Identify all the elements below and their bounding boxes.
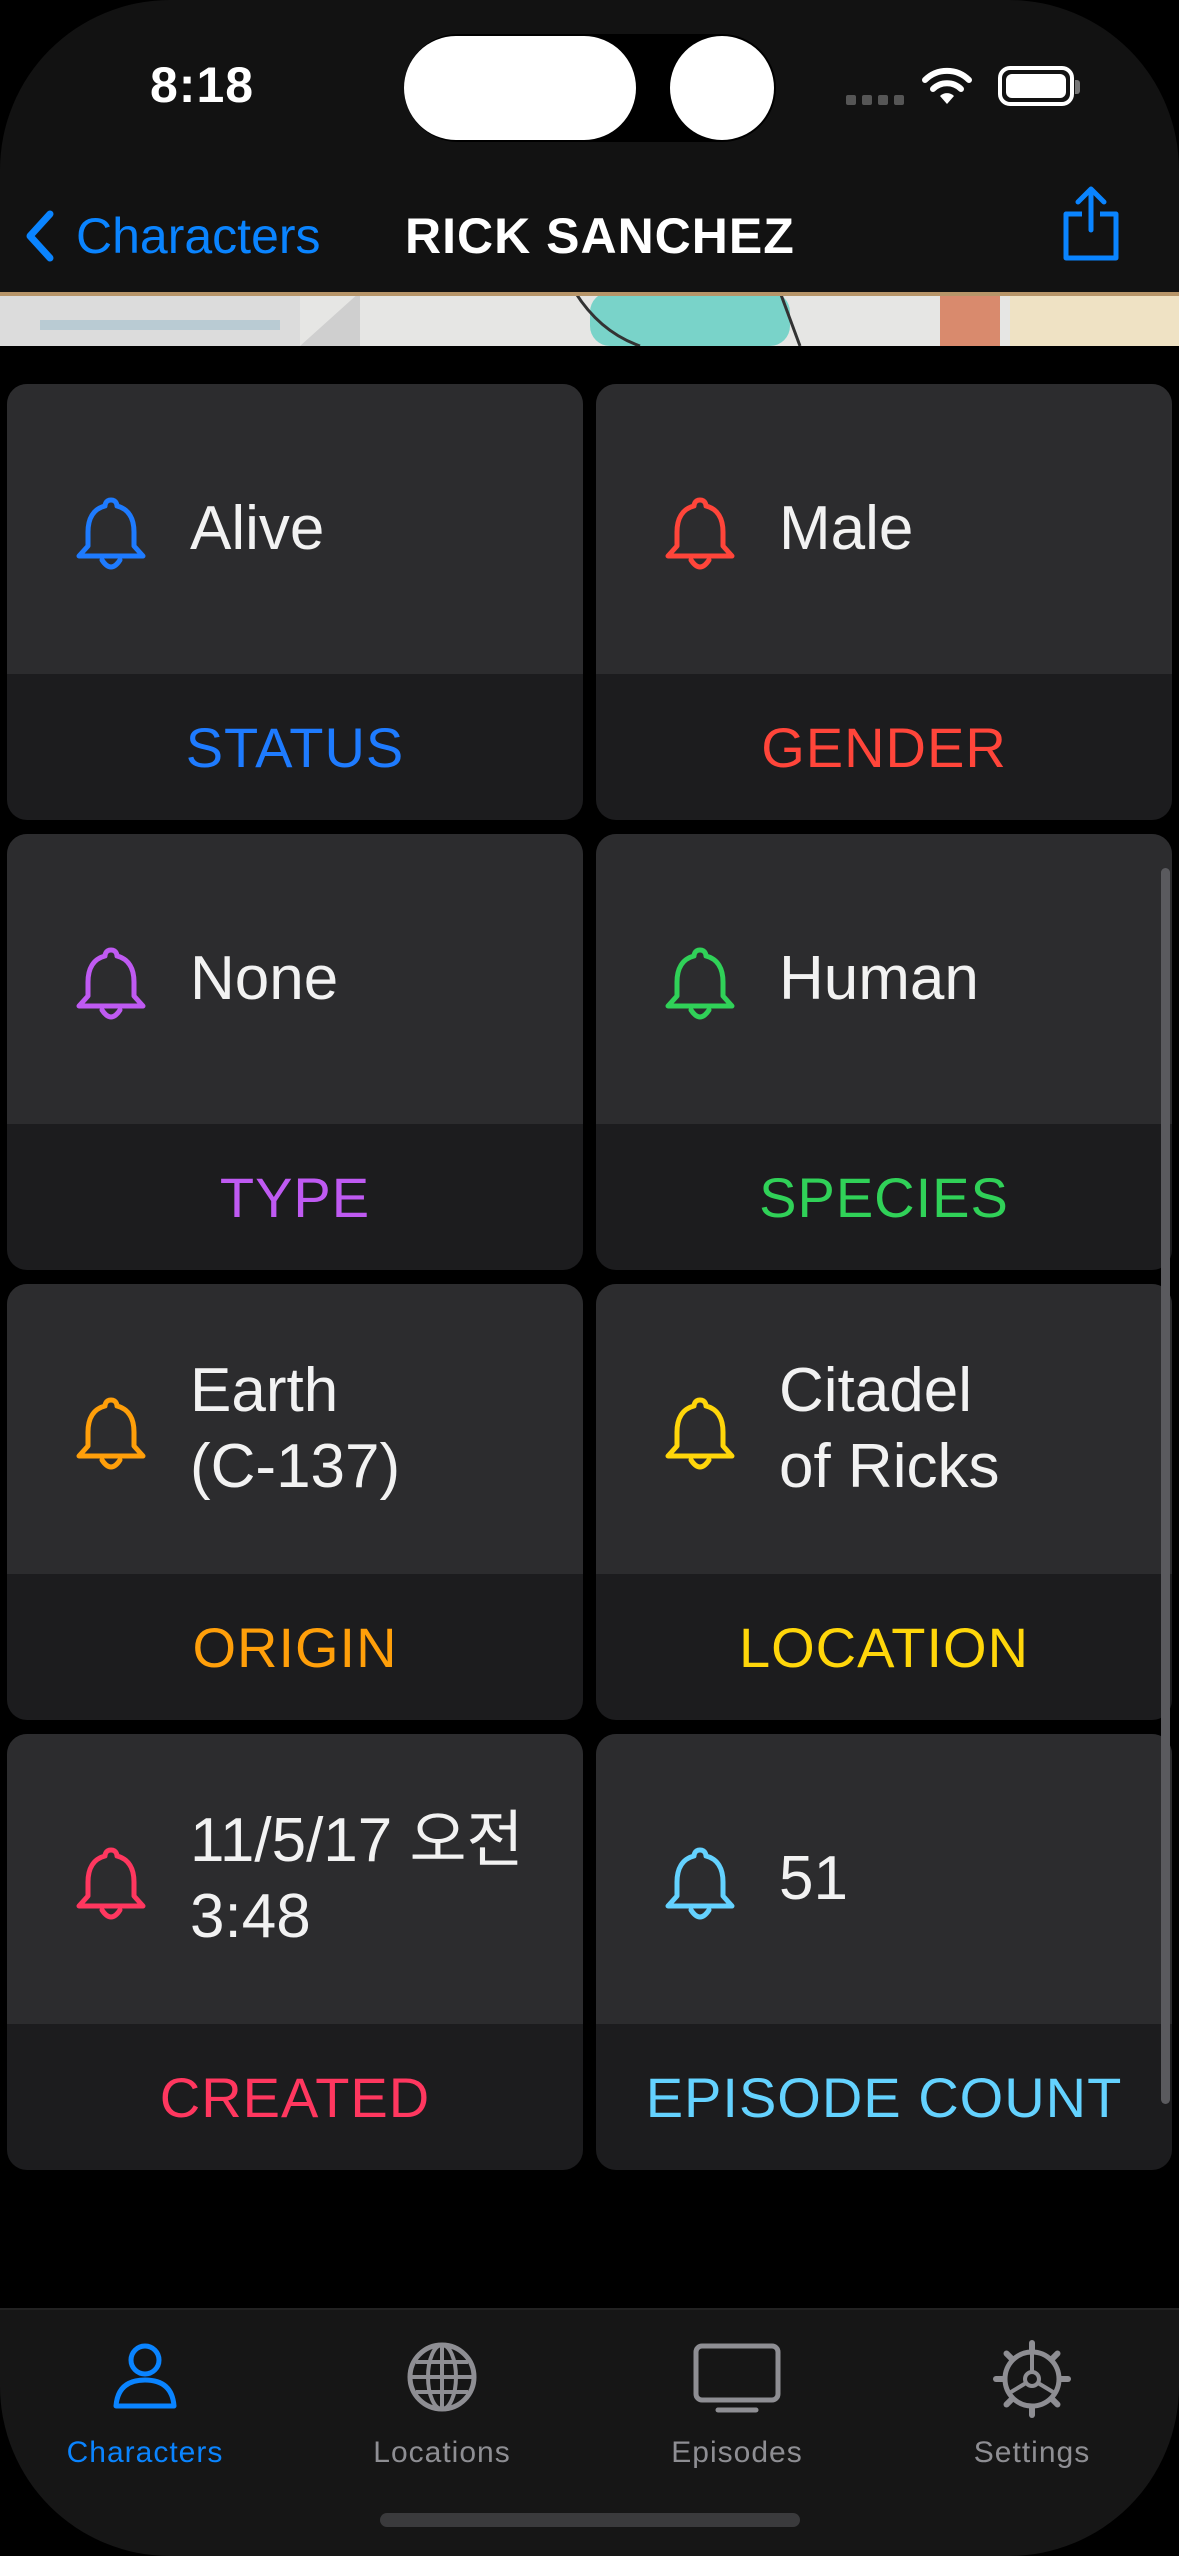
bell-icon	[76, 947, 146, 1020]
wifi-icon	[922, 67, 972, 104]
status-bar: 8:18	[0, 0, 1179, 180]
gear-icon	[993, 2340, 1071, 2418]
card-value: Alive	[190, 494, 325, 563]
card-label: ORIGIN	[192, 1615, 398, 1679]
card-value-area: Citadel of Ricks	[596, 1284, 1172, 1574]
battery-icon	[998, 66, 1080, 106]
tab-label: Episodes	[671, 2436, 803, 2469]
island-pill-right	[670, 36, 774, 140]
tab-label: Characters	[66, 2436, 224, 2469]
page-title: RICK SANCHEZ	[405, 208, 795, 264]
tab-label: Locations	[373, 2436, 511, 2469]
card-value-area: Earth (C-137)	[7, 1284, 583, 1574]
info-card-origin[interactable]: Earth (C-137) ORIGIN	[7, 1284, 583, 1720]
island-pill-left	[404, 36, 636, 140]
info-card-created[interactable]: 11/5/17 오전 3:48 CREATED	[7, 1734, 583, 2170]
info-card-species[interactable]: Human SPECIES	[596, 834, 1172, 1270]
card-value: Earth (C-137)	[190, 1356, 401, 1501]
card-label: CREATED	[159, 2065, 431, 2129]
home-indicator[interactable]	[380, 2513, 800, 2527]
tab-characters[interactable]: Characters	[25, 2324, 265, 2484]
bell-icon	[665, 497, 735, 570]
card-value-area: Male	[596, 384, 1172, 674]
card-label: TYPE	[219, 1165, 371, 1229]
card-label: STATUS	[185, 715, 405, 779]
card-label: LOCATION	[738, 1615, 1030, 1679]
card-value: Human	[779, 944, 979, 1013]
bell-icon	[76, 1847, 146, 1920]
card-value: 11/5/17 오전 3:48	[190, 1806, 524, 1951]
info-card-gender[interactable]: Male GENDER	[596, 384, 1172, 820]
card-label: GENDER	[761, 715, 1007, 779]
chevron-left-icon	[26, 210, 54, 262]
back-button-label: Characters	[76, 208, 321, 264]
tv-icon	[693, 2343, 781, 2413]
tab-locations[interactable]: Locations	[322, 2324, 562, 2484]
bell-icon	[76, 497, 146, 570]
card-value-area: 51	[596, 1734, 1172, 2024]
info-card-location[interactable]: Citadel of Ricks LOCATION	[596, 1284, 1172, 1720]
tab-label: Settings	[973, 2436, 1091, 2469]
tab-episodes[interactable]: Episodes	[617, 2324, 857, 2484]
card-value: Citadel of Ricks	[779, 1356, 1000, 1501]
cellular-signal-icon	[846, 95, 904, 105]
bell-icon	[665, 1847, 735, 1920]
bell-icon	[665, 1397, 735, 1470]
back-button[interactable]: Characters	[22, 180, 321, 292]
card-value-area: None	[7, 834, 583, 1124]
bell-icon	[665, 947, 735, 1020]
card-label: EPISODE COUNT	[645, 2065, 1123, 2129]
info-card-episode-count[interactable]: 51 EPISODE COUNT	[596, 1734, 1172, 2170]
card-value-area: Alive	[7, 384, 583, 674]
card-value: 51	[779, 1844, 848, 1913]
globe-icon	[407, 2342, 477, 2412]
status-time: 8:18	[150, 57, 255, 113]
card-value-area: Human	[596, 834, 1172, 1124]
scrollbar[interactable]	[1161, 868, 1170, 2104]
navigation-bar: Characters RICK SANCHEZ	[0, 180, 1179, 292]
card-value: Male	[779, 494, 914, 563]
card-value-area: 11/5/17 오전 3:48	[7, 1734, 583, 2024]
character-image-art	[0, 292, 1179, 346]
card-value: None	[190, 944, 339, 1013]
phone-screen: 8:18 Characters RICK SANCHEZ Alive STATU…	[0, 0, 1179, 2556]
person-icon	[113, 2343, 177, 2409]
info-card-type[interactable]: None TYPE	[7, 834, 583, 1270]
tab-settings[interactable]: Settings	[912, 2324, 1152, 2484]
bell-icon	[76, 1397, 146, 1470]
card-label: SPECIES	[759, 1165, 1009, 1229]
character-image	[0, 292, 1179, 346]
share-icon[interactable]	[1060, 184, 1122, 264]
info-card-status[interactable]: Alive STATUS	[7, 384, 583, 820]
